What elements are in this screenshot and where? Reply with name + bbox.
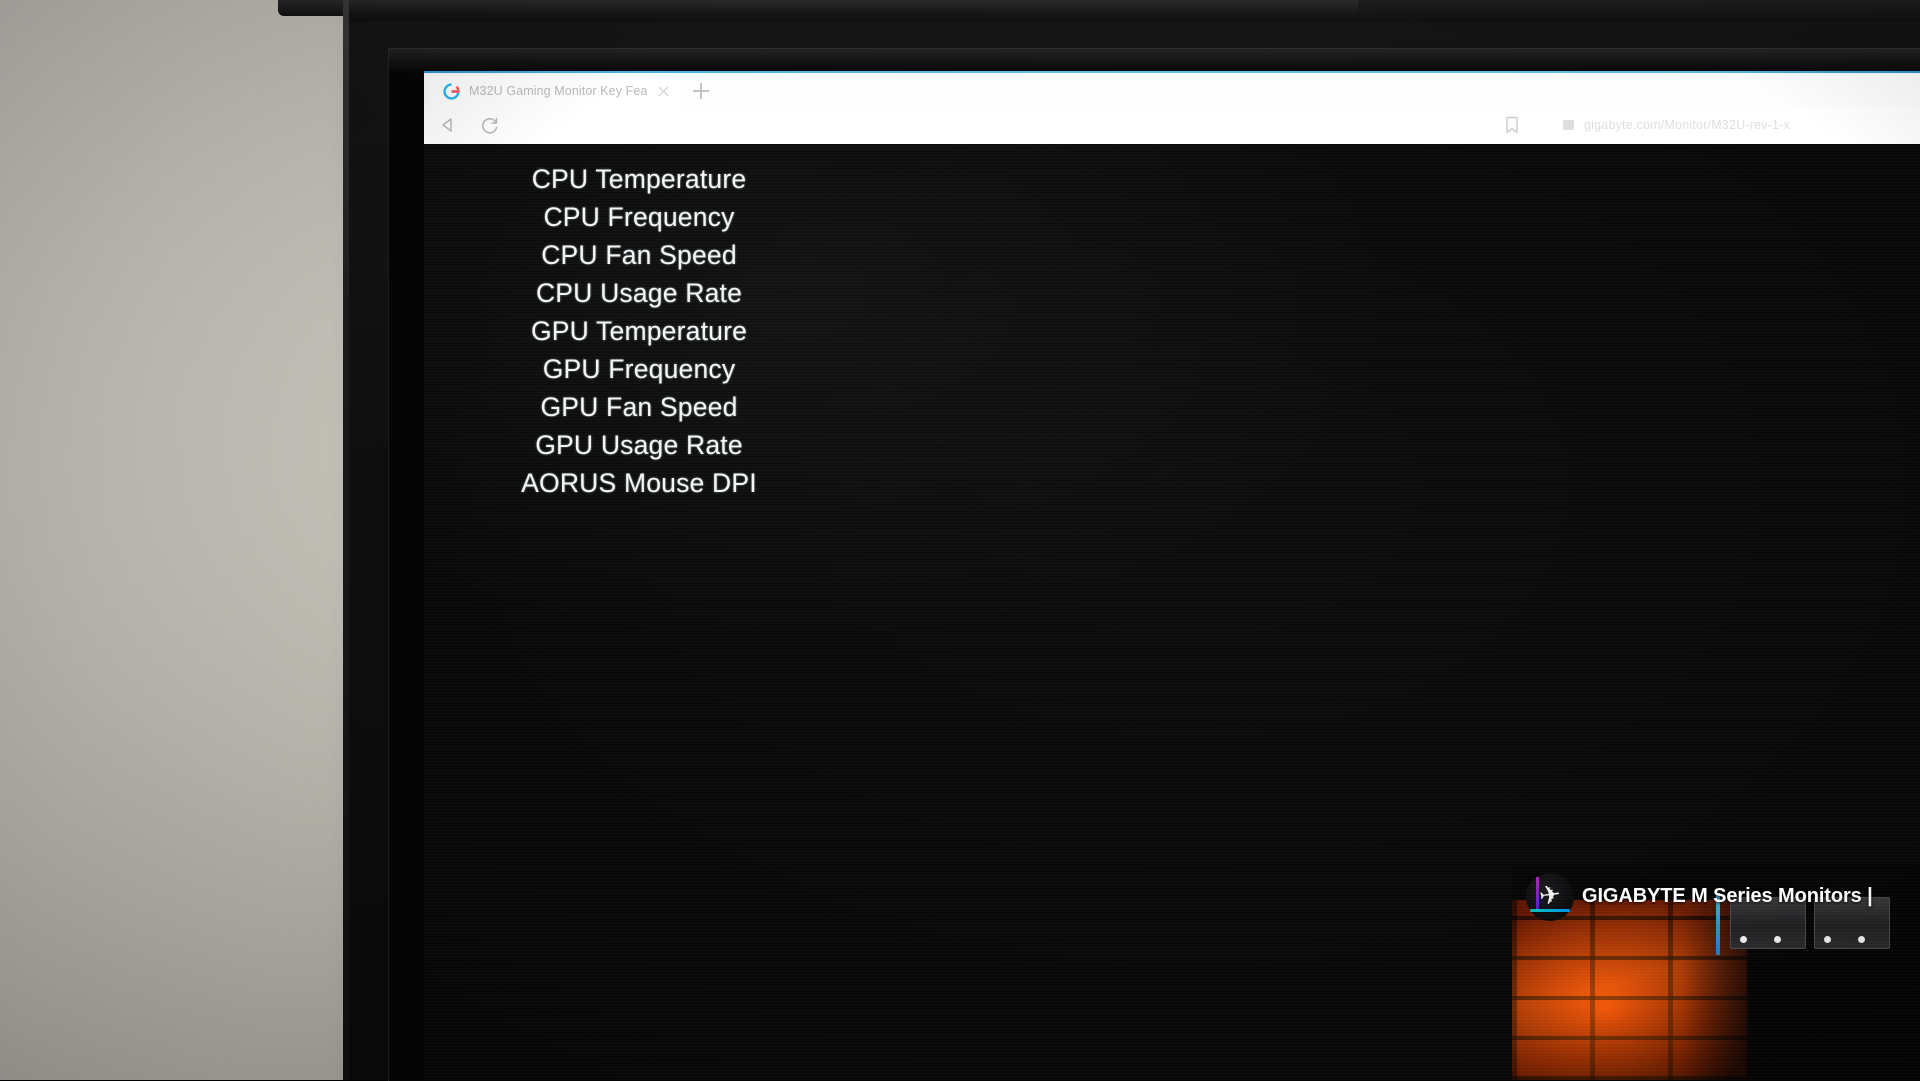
browser-tab-strip: M32U Gaming Monitor Key Fea bbox=[424, 73, 1920, 106]
back-arrow-icon[interactable] bbox=[434, 111, 462, 139]
video-promo-card[interactable]: ✈ GIGABYTE M Series Monitors | bbox=[1512, 865, 1920, 1080]
gigabyte-g-favicon bbox=[443, 82, 460, 100]
falcon-glyph: ✈ bbox=[1537, 878, 1563, 912]
browser-toolbar: gigabyte.com/Monitor/M32U-rev-1-x bbox=[424, 106, 1920, 144]
tab-close-icon[interactable] bbox=[656, 84, 671, 99]
laptop-hinge bbox=[278, 0, 1358, 16]
monitor-feature-list: CPU Temperature CPU Frequency CPU Fan Sp… bbox=[424, 166, 854, 508]
list-item: CPU Frequency bbox=[543, 202, 735, 232]
list-item: GPU Usage Rate bbox=[535, 430, 743, 460]
list-item: GPU Frequency bbox=[542, 354, 736, 384]
new-tab-button[interactable] bbox=[688, 78, 714, 104]
address-bar-url: gigabyte.com/Monitor/M32U-rev-1-x bbox=[1584, 118, 1790, 132]
address-bar[interactable]: gigabyte.com/Monitor/M32U-rev-1-x bbox=[1563, 118, 1790, 132]
list-item: GPU Fan Speed bbox=[540, 392, 738, 422]
bookmark-icon[interactable] bbox=[1501, 114, 1523, 136]
laptop-screen: M32U Gaming Monitor Key Fea gigabyte.com… bbox=[424, 71, 1920, 1080]
lock-icon bbox=[1563, 120, 1575, 130]
browser-tab-title: M32U Gaming Monitor Key Fea bbox=[469, 84, 648, 98]
list-item: CPU Fan Speed bbox=[541, 240, 737, 270]
reload-icon[interactable] bbox=[476, 111, 504, 139]
list-item: CPU Temperature bbox=[531, 164, 747, 194]
laptop-left-edge-highlight bbox=[343, 0, 349, 1080]
list-item: AORUS Mouse DPI bbox=[521, 468, 757, 498]
list-item: GPU Temperature bbox=[530, 316, 748, 346]
laptop-photo-scene: M32U Gaming Monitor Key Fea gigabyte.com… bbox=[0, 0, 1920, 1081]
list-item: CPU Usage Rate bbox=[535, 278, 743, 308]
aorus-falcon-logo: ✈ bbox=[1526, 873, 1574, 921]
browser-tab-active[interactable]: M32U Gaming Monitor Key Fea bbox=[430, 76, 680, 106]
video-card-title: GIGABYTE M Series Monitors | bbox=[1582, 885, 1873, 907]
web-page-body: CPU Temperature CPU Frequency CPU Fan Sp… bbox=[424, 144, 1920, 1080]
